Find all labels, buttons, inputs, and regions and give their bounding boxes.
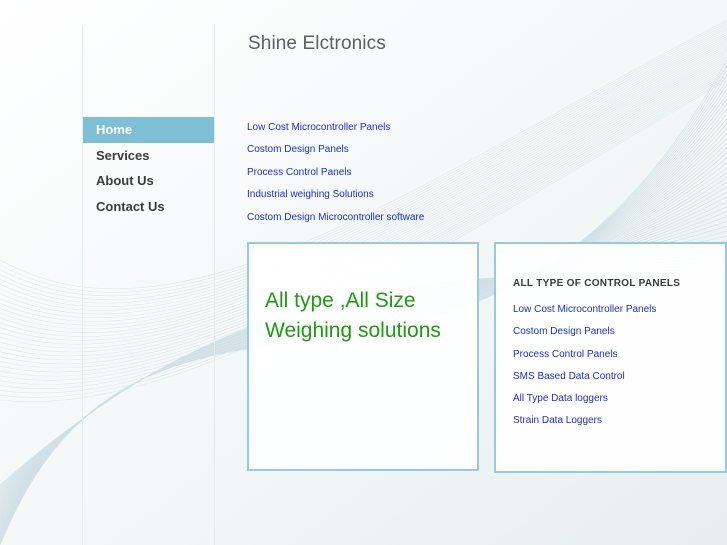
panel-link-low-cost-microcontroller[interactable]: Low Cost Microcontroller Panels: [513, 300, 656, 322]
link-custom-design-microcontroller-software[interactable]: Costom Design Microcontroller software: [247, 208, 424, 230]
main-nav: Home Services About Us Contact Us: [83, 117, 214, 219]
nav-item-contact-us[interactable]: Contact Us: [83, 194, 214, 220]
panel-link-data-loggers[interactable]: All Type Data loggers: [513, 389, 656, 411]
weighing-feature-box: All type ,All Size Weighing solutions: [247, 242, 479, 471]
link-process-control-panels[interactable]: Process Control Panels: [247, 163, 424, 185]
nav-item-about-us[interactable]: About Us: [83, 168, 214, 194]
weighing-headline: All type ,All Size Weighing solutions: [265, 289, 441, 342]
link-custom-design-panels[interactable]: Costom Design Panels: [247, 140, 424, 162]
panel-link-custom-design[interactable]: Costom Design Panels: [513, 322, 656, 344]
panel-link-process-control[interactable]: Process Control Panels: [513, 345, 656, 367]
panel-link-sms-data-control[interactable]: SMS Based Data Control: [513, 367, 656, 389]
site-title: Shine Elctronics: [248, 33, 386, 54]
nav-column-divider: [214, 25, 215, 545]
left-column-divider: [82, 25, 83, 545]
link-industrial-weighing-solutions[interactable]: Industrial weighing Solutions: [247, 185, 424, 207]
top-link-list: Low Cost Microcontroller Panels Costom D…: [247, 118, 424, 230]
control-panels-box: ALL TYPE OF CONTROL PANELS Low Cost Micr…: [494, 242, 727, 473]
link-low-cost-microcontroller-panels[interactable]: Low Cost Microcontroller Panels: [247, 118, 424, 140]
panel-link-strain-data-loggers[interactable]: Strain Data Loggers: [513, 411, 656, 433]
control-panels-heading: ALL TYPE OF CONTROL PANELS: [513, 278, 681, 289]
nav-item-home[interactable]: Home: [83, 117, 214, 143]
control-panels-list: Low Cost Microcontroller Panels Costom D…: [513, 300, 656, 434]
nav-item-services[interactable]: Services: [83, 143, 214, 169]
